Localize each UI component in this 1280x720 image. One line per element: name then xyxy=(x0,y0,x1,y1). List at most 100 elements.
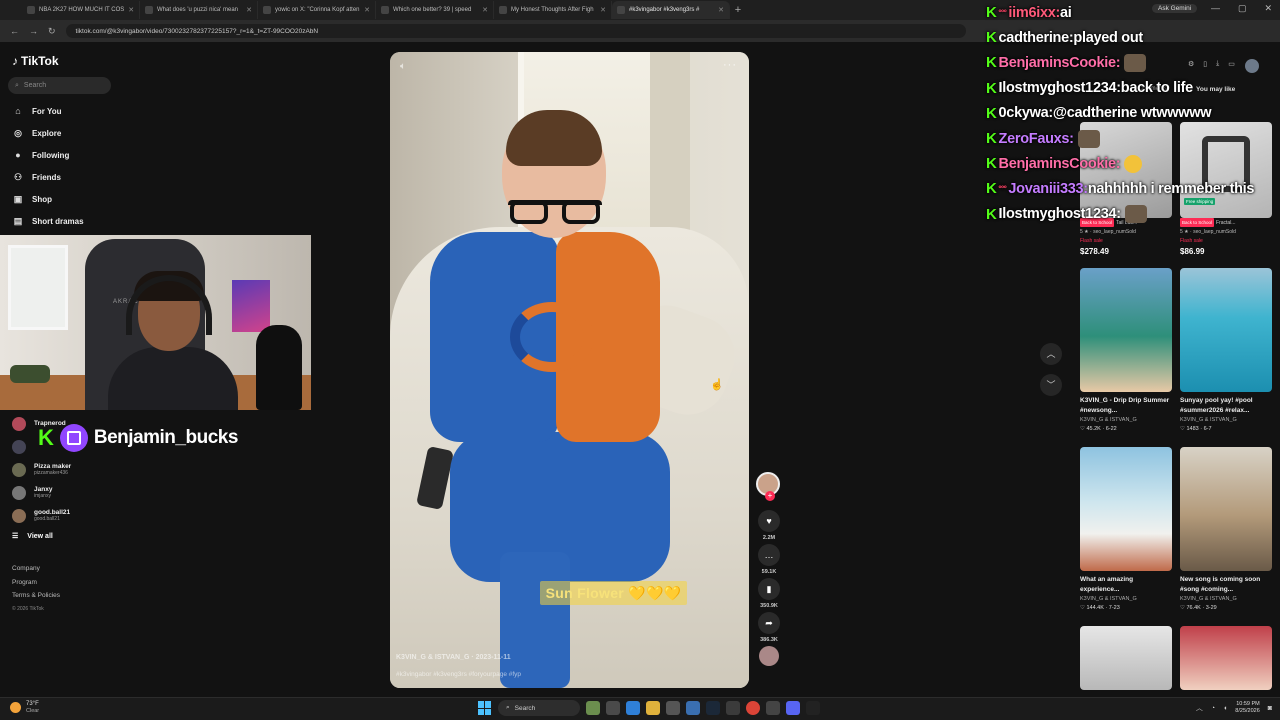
tab-close-icon[interactable]: ✕ xyxy=(600,6,606,14)
steam-icon[interactable] xyxy=(706,701,720,715)
tab-close-icon[interactable]: ✕ xyxy=(718,6,724,14)
file-explorer-icon[interactable] xyxy=(646,701,660,715)
reload-icon[interactable]: ↻ xyxy=(48,26,56,37)
follow-plus-icon[interactable]: + xyxy=(765,491,775,501)
following-account[interactable]: Janxy imjanxy xyxy=(0,481,120,504)
tab-close-icon[interactable]: ✕ xyxy=(482,6,488,14)
url-input[interactable]: tiktok.com/@k3vingabor/video/73002327823… xyxy=(65,24,966,38)
footer-link-program[interactable]: Program xyxy=(12,576,60,590)
sidebar-item-shop[interactable]: ▣ Shop xyxy=(0,188,120,210)
video-author-meta[interactable]: K3VIN_G & ISTVAN_G · 2023-11-11 xyxy=(396,654,511,661)
discord-icon[interactable] xyxy=(786,701,800,715)
taskbar-clock[interactable]: 10:59 PM 8/25/2026 xyxy=(1235,701,1259,715)
task-view-icon[interactable] xyxy=(606,701,620,715)
video-hashtags[interactable]: #k3vingabor #k3veng3rs #foryourpage #fyp xyxy=(396,671,521,678)
heart-icon[interactable]: ♥ xyxy=(758,510,780,532)
share-action[interactable]: ➦ 386.3K xyxy=(756,612,782,643)
tiktok-logo[interactable]: ♪ TikTok xyxy=(12,54,59,68)
app-icon[interactable] xyxy=(726,701,740,715)
bookmark-icon[interactable]: ▮ xyxy=(758,578,780,600)
chat-username: BenjaminsCookie: xyxy=(998,155,1121,172)
video-card[interactable]: Sunyay pool yay! #pool #summer2026 #rela… xyxy=(1180,268,1272,434)
network-icon[interactable]: ◔ xyxy=(1211,705,1215,712)
sidebar-item-short-dramas[interactable]: ▤ Short dramas xyxy=(0,210,120,232)
chat-text: back to life xyxy=(1120,80,1193,97)
sub-badge-icon: ººº xyxy=(998,8,1007,18)
browser-tab[interactable]: yowic on X: "Corinna Kopf atten ✕ xyxy=(258,1,376,19)
video-card[interactable] xyxy=(1180,626,1272,690)
tab-close-icon[interactable]: ✕ xyxy=(128,6,134,14)
avatar xyxy=(12,508,26,523)
tab-title: Which one better? 39 | speed xyxy=(393,7,472,13)
chat-text: ai xyxy=(1060,4,1072,21)
obs-icon[interactable] xyxy=(806,701,820,715)
taskbar-search-input[interactable]: ⌕ Search xyxy=(498,700,580,716)
kick-badge-icon: K xyxy=(986,4,997,22)
video-card[interactable]: K3VIN_G - Drip Drip Summer #newsong... K… xyxy=(1080,268,1172,434)
account-name: good.ball21 xyxy=(34,509,71,516)
windows-start-icon[interactable] xyxy=(478,701,492,715)
sidebar-item-label: Short dramas xyxy=(32,216,84,226)
browser-tab[interactable]: Which one better? 39 | speed ✕ xyxy=(376,1,494,19)
chrome-icon[interactable] xyxy=(746,701,760,715)
twitch-logo-icon xyxy=(59,424,88,452)
taskbar-search-label: Search xyxy=(514,704,536,712)
music-disc-icon[interactable] xyxy=(759,646,779,666)
comment-action[interactable]: … 59.1K xyxy=(756,544,782,575)
notification-bell-icon[interactable]: ◙ xyxy=(1268,705,1272,712)
sidebar-item-friends[interactable]: ⚇ Friends xyxy=(0,166,120,188)
following-account[interactable]: Pizza maker pizzamaker436 xyxy=(0,458,120,481)
video-player[interactable]: 🔈︎ ··· Sun Flower 💛💛💛 K3VIN_G & ISTVAN_G… xyxy=(390,52,749,688)
product-rating: 5 ★ · seo_laep_numSold xyxy=(1080,229,1136,235)
taskbar-apps: ⌕ Search xyxy=(478,700,820,716)
following-account[interactable]: good.ball21 good.ball21 xyxy=(0,504,120,527)
view-all-button[interactable]: ☰ View all xyxy=(0,527,120,545)
sidebar-item-explore[interactable]: ◎ Explore xyxy=(0,122,120,144)
video-card[interactable]: New song is coming soon #song #coming...… xyxy=(1180,447,1272,613)
app-icon[interactable] xyxy=(766,701,780,715)
more-options-icon[interactable]: ··· xyxy=(723,59,737,71)
app-icon[interactable] xyxy=(666,701,680,715)
copilot-icon[interactable] xyxy=(626,701,640,715)
settings-app-icon[interactable] xyxy=(686,701,700,715)
volume-icon[interactable]: 🔈︎ xyxy=(400,61,406,72)
sidebar-item-following[interactable]: ● Following xyxy=(0,144,120,166)
share-icon[interactable]: ➦ xyxy=(758,612,780,634)
video-card[interactable]: What an amazing experience... K3VIN_G & … xyxy=(1080,447,1172,613)
home-icon: ⌂ xyxy=(15,106,21,116)
chat-text: played out xyxy=(1073,29,1143,46)
weather-condition: Clear xyxy=(26,708,40,714)
creator-avatar[interactable]: + xyxy=(756,472,780,501)
sub-badge-icon: ººº xyxy=(998,184,1007,194)
save-action[interactable]: ▮ 350.9K xyxy=(756,578,782,609)
widget-app-icon[interactable] xyxy=(586,701,600,715)
new-tab-button[interactable]: + xyxy=(730,4,746,16)
browser-tab[interactable]: NBA 2K27 HOW MUCH IT COS ✕ xyxy=(22,1,140,19)
chat-message: Kcadtherine: played out xyxy=(986,25,1280,50)
forward-icon[interactable]: → xyxy=(29,26,38,36)
browser-tab-active[interactable]: #k3vingabor #k3veng3rs # ✕ xyxy=(612,1,730,19)
like-action[interactable]: ♥ 2.2M xyxy=(756,510,782,541)
footer-link-terms[interactable]: Terms & Policies xyxy=(12,589,60,603)
tab-favicon-icon xyxy=(499,6,507,14)
previous-video-chevron-up-icon[interactable]: ︿ xyxy=(1040,343,1062,365)
back-icon[interactable]: ← xyxy=(10,26,19,36)
chat-message: Kººº iim6ixx: ai xyxy=(986,0,1280,25)
comment-icon[interactable]: … xyxy=(758,544,780,566)
browser-tab[interactable]: My Honest Thoughts After Figh ✕ xyxy=(494,1,612,19)
tab-close-icon[interactable]: ✕ xyxy=(246,6,252,14)
browser-tab[interactable]: What does 'u puzzi nica' mean ✕ xyxy=(140,1,258,19)
search-input[interactable]: ⌕ Search xyxy=(8,77,111,94)
speaker-icon[interactable]: ◖ xyxy=(1223,705,1227,712)
weather-widget[interactable]: 73°F Clear xyxy=(10,701,39,714)
video-card[interactable] xyxy=(1080,626,1172,690)
tab-favicon-icon xyxy=(27,6,35,14)
sidebar-item-for-you[interactable]: ⌂ For You xyxy=(0,100,120,122)
tab-close-icon[interactable]: ✕ xyxy=(364,6,370,14)
video-card-author: K3VIN_G & ISTVAN_G xyxy=(1180,417,1237,423)
footer-link-company[interactable]: Company xyxy=(12,562,60,576)
sidebar-item-label: Shop xyxy=(32,194,52,204)
tray-chevron-up-icon[interactable]: ︿ xyxy=(1196,703,1203,713)
video-thumbnail xyxy=(1080,447,1172,571)
next-video-chevron-down-icon[interactable]: ﹀ xyxy=(1040,374,1062,396)
